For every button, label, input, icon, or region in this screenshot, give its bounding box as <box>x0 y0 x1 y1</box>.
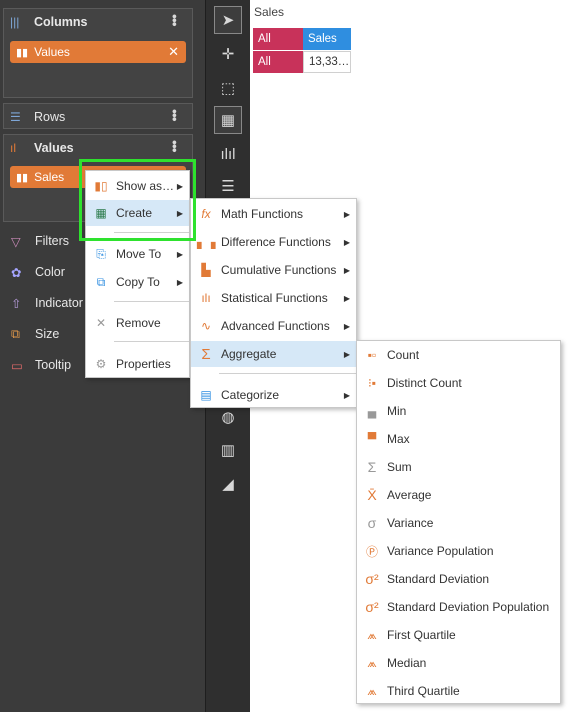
rows-well: ☰ Rows ••• <box>3 103 193 129</box>
sales-pill-label: Sales <box>34 170 65 184</box>
values-label: Values <box>34 141 74 155</box>
palette-icon: ✿ <box>11 265 22 280</box>
menu-distinct-count[interactable]: ⁝▪ Distinct Count <box>357 370 560 396</box>
cumulative-icon: ▙ <box>201 263 211 277</box>
menu-sum[interactable]: Σ Sum <box>357 454 560 480</box>
aggregate-submenu: ▪▫ Count ⁝▪ Distinct Count ▄ Min ▀ Max Σ Sum … <box>356 340 561 704</box>
menu-variance-population[interactable]: Ⓟ Variance Population <box>357 538 560 564</box>
column-chart-icon[interactable]: ılıl <box>214 140 242 168</box>
menu-separator <box>114 301 189 302</box>
menu-max[interactable]: ▀ Max <box>357 426 560 452</box>
difference-icon: ▖▗ <box>197 235 216 249</box>
pointer-icon[interactable]: ➤ <box>214 6 242 34</box>
menu-aggregate[interactable]: Σ Aggregate ▶ <box>191 341 356 367</box>
tooltip-icon: ▭ <box>11 358 23 373</box>
menu-math-functions[interactable]: fx Math Functions ▶ <box>191 201 356 227</box>
columns-menu-icon[interactable]: ••• <box>167 14 183 26</box>
menu-separator <box>219 373 356 374</box>
menu-third-quartile[interactable]: ⩕ Third Quartile <box>357 678 560 704</box>
menu-cumulative-functions[interactable]: ▙ Cumulative Functions ▶ <box>191 257 356 283</box>
menu-standard-deviation[interactable]: σ² Standard Deviation <box>357 566 560 592</box>
average-icon: X̄ <box>367 487 377 503</box>
filter-icon: ▽ <box>11 234 21 249</box>
bar-chart-icon: ▮▮ <box>16 171 29 184</box>
std-dev-population-icon: σ² <box>365 599 379 615</box>
chevron-right-icon: ▶ <box>343 209 350 219</box>
chevron-right-icon: ▶ <box>343 293 350 303</box>
menu-advanced-functions[interactable]: ∿ Advanced Functions ▶ <box>191 313 356 339</box>
min-icon: ▄ <box>367 404 377 418</box>
rows-label: Rows <box>34 110 66 124</box>
rows-icon: ☰ <box>10 110 21 124</box>
columns-icon: ||| <box>10 15 20 29</box>
sigma-icon: Σ <box>201 345 211 363</box>
grid-icon[interactable]: ▦ <box>214 106 242 134</box>
chevron-right-icon: ▶ <box>176 249 183 259</box>
row-all-cell[interactable]: All <box>253 51 303 73</box>
count-icon: ▪▫ <box>367 348 377 362</box>
columns-well: ||| Columns ••• ▮▮ Values ✕ <box>3 8 193 98</box>
close-icon: ✕ <box>95 316 107 330</box>
chevron-right-icon: ▶ <box>343 390 350 400</box>
menu-median[interactable]: ⩕ Median <box>357 650 560 676</box>
menu-min[interactable]: ▄ Min <box>357 398 560 424</box>
values-pill[interactable]: ▮▮ Values ✕ <box>10 41 186 63</box>
gear-icon: ⚙ <box>95 357 107 371</box>
remove-icon[interactable]: ✕ <box>168 44 179 60</box>
bar-chart-icon[interactable]: ☰ <box>214 172 242 200</box>
variance-population-icon: Ⓟ <box>365 544 378 559</box>
sum-icon: Σ <box>367 459 377 475</box>
header-all-cell[interactable]: All <box>253 28 303 50</box>
select-area-icon[interactable]: ⬚ <box>214 74 242 102</box>
variance-icon: σ <box>367 515 377 531</box>
median-icon: ⩕ <box>367 655 377 670</box>
chevron-right-icon: ▶ <box>176 277 183 287</box>
custom-chart-icon[interactable]: ◢ <box>214 470 242 498</box>
values-icon: ıl <box>10 141 16 155</box>
size-icon: ⧉ <box>11 326 20 341</box>
pan-icon[interactable]: ✛ <box>214 40 242 68</box>
menu-standard-deviation-population[interactable]: σ² Standard Deviation Population <box>357 594 560 620</box>
menu-variance[interactable]: σ Variance <box>357 510 560 536</box>
menu-move-to[interactable]: ⎘ Move To ▶ <box>86 241 189 267</box>
menu-count[interactable]: ▪▫ Count <box>357 342 560 368</box>
columns-label: Columns <box>34 15 88 29</box>
first-quartile-icon: ⩕ <box>367 627 377 642</box>
chevron-right-icon: ▶ <box>343 237 350 247</box>
chevron-right-icon: ▶ <box>343 321 350 331</box>
menu-categorize[interactable]: ▤ Categorize ▶ <box>191 382 356 408</box>
move-icon: ⎘ <box>96 246 106 261</box>
menu-copy-to[interactable]: ⧉ Copy To ▶ <box>86 269 189 295</box>
bar-chart-icon: ▮▮ <box>16 46 29 59</box>
fx-icon: fx <box>201 207 211 221</box>
menu-statistical-functions[interactable]: ılı Statistical Functions ▶ <box>191 285 356 311</box>
kpi-icon[interactable]: ▥ <box>214 436 242 464</box>
menu-average[interactable]: X̄ Average <box>357 482 560 508</box>
highlight-annotation <box>79 159 196 241</box>
std-dev-icon: σ² <box>365 571 379 587</box>
menu-properties[interactable]: ⚙ Properties <box>86 351 189 377</box>
chevron-right-icon: ▶ <box>343 265 350 275</box>
distinct-count-icon: ⁝▪ <box>367 376 377 390</box>
copy-icon: ⧉ <box>96 274 106 289</box>
chevron-right-icon: ▶ <box>343 349 350 359</box>
arrow-up-icon: ⇧ <box>11 296 22 311</box>
menu-remove[interactable]: ✕ Remove <box>86 310 189 336</box>
rows-menu-icon[interactable]: ••• <box>167 109 183 121</box>
table-title: Sales <box>254 5 285 19</box>
create-submenu: fx Math Functions ▶ ▖▗ Difference Functions… <box>190 198 357 408</box>
menu-difference-functions[interactable]: ▖▗ Difference Functions ▶ <box>191 229 356 255</box>
menu-separator <box>114 341 189 342</box>
header-sales-cell[interactable]: Sales <box>303 28 351 50</box>
advanced-icon: ∿ <box>200 319 212 333</box>
menu-first-quartile[interactable]: ⩕ First Quartile <box>357 622 560 648</box>
statistics-icon: ılı <box>201 291 211 305</box>
sales-value-cell[interactable]: 13,33… <box>303 51 351 73</box>
categorize-icon: ▤ <box>200 388 212 402</box>
values-pill-label: Values <box>34 45 70 59</box>
third-quartile-icon: ⩕ <box>367 683 377 698</box>
max-icon: ▀ <box>367 432 377 446</box>
values-menu-icon[interactable]: ••• <box>167 140 183 152</box>
